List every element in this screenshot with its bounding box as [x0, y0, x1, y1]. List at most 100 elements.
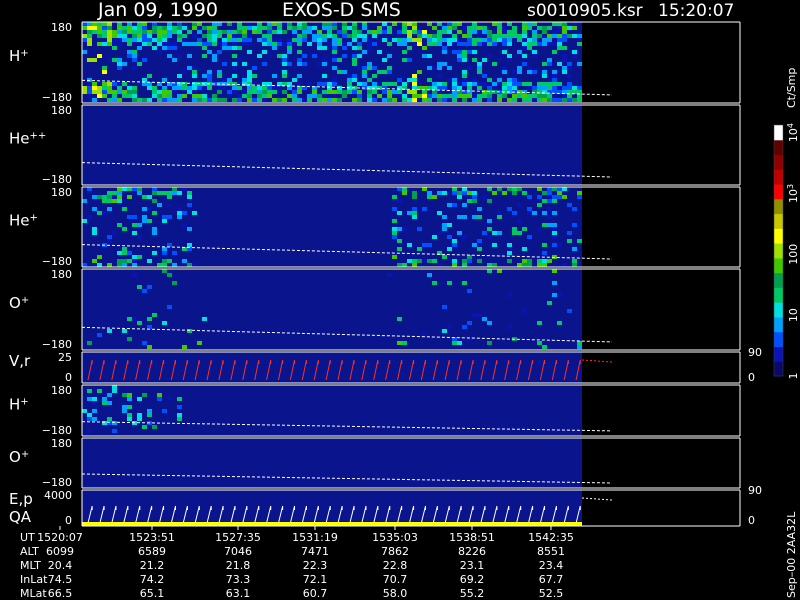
heatmap-cell [477, 26, 482, 30]
heatmap-cell [497, 34, 502, 38]
heatmap-cell [507, 98, 512, 102]
heatmap-cell [152, 90, 157, 94]
heatmap-cell [147, 86, 152, 90]
heatmap-cell [87, 42, 92, 46]
heatmap-cell [207, 34, 212, 38]
heatmap-cell [262, 38, 267, 42]
heatmap-cell [332, 66, 337, 70]
heatmap-cell [457, 86, 462, 90]
heatmap-cell [202, 26, 207, 30]
heatmap-cell [562, 54, 567, 58]
heatmap-cell [542, 26, 547, 30]
heatmap-cell [452, 22, 457, 26]
heatmap-cell [87, 38, 92, 42]
heatmap-cell [507, 38, 512, 42]
time-axis-value: 66.5 [48, 587, 73, 600]
heatmap-cell [177, 54, 182, 58]
heatmap-cell [272, 42, 277, 46]
heatmap-cell [482, 42, 487, 46]
heatmap-cell [137, 235, 142, 239]
heatmap-cell [197, 22, 202, 26]
heatmap-cell [472, 42, 477, 46]
heatmap-cell [322, 38, 327, 42]
heatmap-cell [392, 207, 397, 211]
heatmap-cell [537, 34, 542, 38]
heatmap-cell [182, 211, 187, 215]
heatmap-cell [477, 82, 482, 86]
y-tick-label: −180 [42, 91, 72, 104]
heatmap-cell [87, 397, 92, 401]
heatmap-cell [92, 207, 97, 211]
heatmap-cell [162, 78, 167, 82]
heatmap-cell [522, 42, 527, 46]
heatmap-cell [567, 239, 572, 243]
heatmap-cell [182, 34, 187, 38]
heatmap-cell [477, 30, 482, 34]
panel-label-charge: + [30, 212, 38, 223]
colorbar-swatch [774, 302, 783, 318]
heatmap-cell [187, 86, 192, 90]
heatmap-cell [202, 94, 207, 98]
heatmap-cell [487, 219, 492, 223]
panel-label-species: E,p [9, 490, 33, 508]
heatmap-cell [507, 78, 512, 82]
heatmap-cell [502, 82, 507, 86]
heatmap-cell [82, 86, 87, 90]
heatmap-cell [497, 231, 502, 235]
header-mission: EXOS-D SMS [282, 0, 401, 21]
heatmap-cell [267, 34, 272, 38]
colorbar-swatch [774, 125, 783, 141]
heatmap-cell [507, 251, 512, 255]
heatmap-cell [142, 425, 147, 429]
heatmap-cell [357, 66, 362, 70]
heatmap-cell [412, 90, 417, 94]
heatmap-cell [517, 263, 522, 267]
heatmap-cell [252, 86, 257, 90]
heatmap-cell [572, 98, 577, 102]
heatmap-cell [87, 187, 92, 191]
heatmap-cell [102, 86, 107, 90]
heatmap-cell [477, 94, 482, 98]
heatmap-cell [532, 50, 537, 54]
heatmap-cell [92, 409, 97, 413]
heatmap-cell [407, 259, 412, 263]
heatmap-cell [532, 42, 537, 46]
heatmap-cell [512, 86, 517, 90]
heatmap-cell [552, 199, 557, 203]
heatmap-cell [287, 22, 292, 26]
panel-label-charge: + [20, 396, 28, 407]
heatmap-cell [362, 26, 367, 30]
heatmap-cell [297, 42, 302, 46]
heatmap-cell [382, 98, 387, 102]
heatmap-cell [252, 98, 257, 102]
heatmap-cell [317, 98, 322, 102]
time-axis-value: 52.5 [539, 587, 564, 600]
heatmap-cell [422, 30, 427, 34]
heatmap-cell [397, 34, 402, 38]
heatmap-cell [292, 78, 297, 82]
heatmap-cell [122, 259, 127, 263]
heatmap-cell [307, 98, 312, 102]
heatmap-cell [577, 239, 582, 243]
heatmap-cell [387, 273, 392, 277]
heatmap-cell [137, 22, 142, 26]
heatmap-cell [287, 38, 292, 42]
time-axis-value: 23.4 [539, 559, 564, 572]
heatmap-cell [542, 74, 547, 78]
heatmap-cell [402, 26, 407, 30]
heatmap-cell [97, 255, 102, 259]
heatmap-cell [192, 82, 197, 86]
heatmap-cell [102, 397, 107, 401]
heatmap-cell [417, 34, 422, 38]
heatmap-cell [112, 421, 117, 425]
heatmap-cell [247, 34, 252, 38]
heatmap-cell [407, 30, 412, 34]
heatmap-cell [212, 22, 217, 26]
heatmap-cell [472, 243, 477, 247]
heatmap-cell [477, 86, 482, 90]
heatmap-cell [127, 22, 132, 26]
heatmap-cell [112, 82, 117, 86]
heatmap-cell [322, 58, 327, 62]
heatmap-cell [517, 34, 522, 38]
heatmap-cell [92, 98, 97, 102]
